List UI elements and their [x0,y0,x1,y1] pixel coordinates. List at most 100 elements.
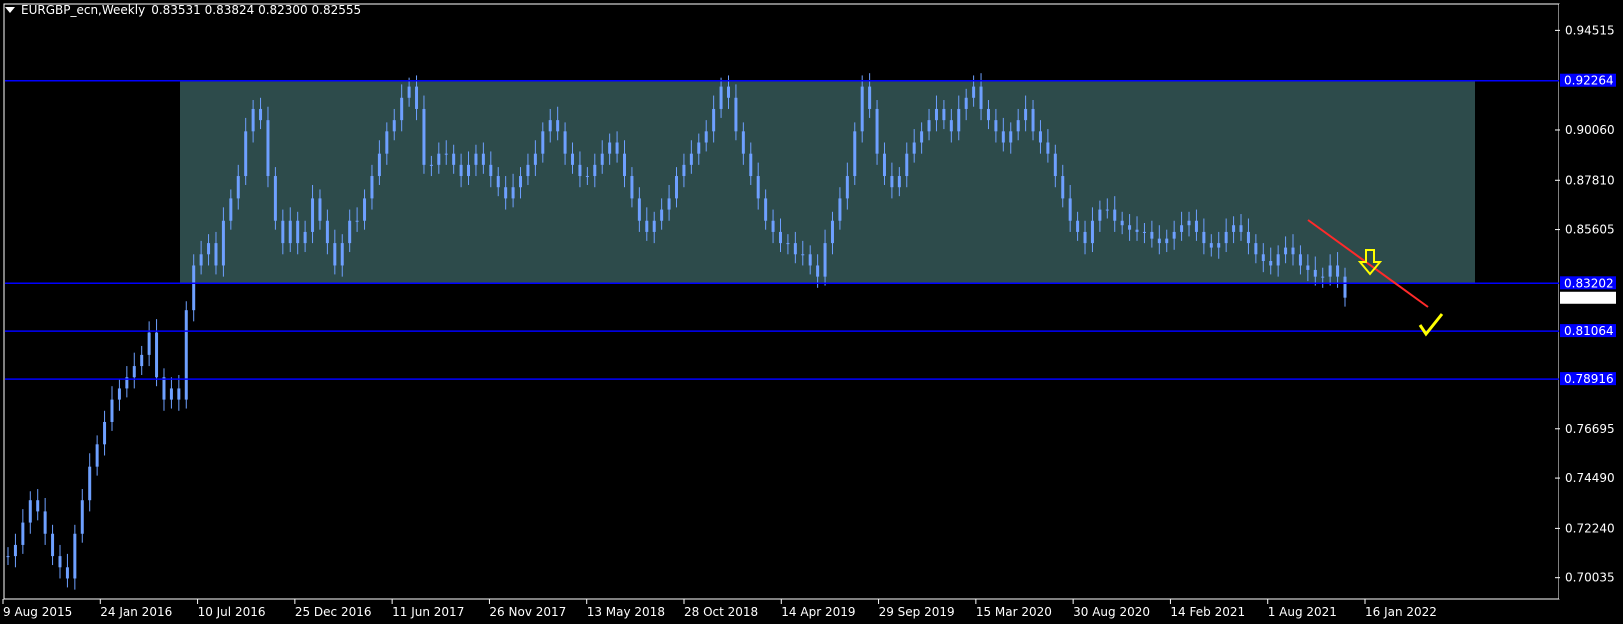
candle-body [1157,238,1161,244]
candle-body [927,120,931,132]
candle-body [749,153,753,177]
candle-body [1224,231,1228,244]
candle-body [1009,131,1013,143]
candle-body [65,567,69,579]
candle-body [830,220,834,244]
candle-body [73,533,77,579]
date-tick-label: 30 Aug 2020 [1073,605,1150,619]
candle-body [1061,176,1065,199]
date-tick-label: 24 Jan 2016 [100,605,172,619]
candle-body [1165,238,1169,244]
candle-body [229,198,233,221]
candle-body [58,556,62,568]
candle-body [942,108,946,121]
candle-body [504,187,508,199]
candle-body [979,86,983,109]
candle-body [1254,243,1258,255]
candle-body [741,131,745,154]
candle-body [1172,231,1176,239]
candle-body [481,153,485,165]
candle-body [51,533,55,557]
candle-body [363,198,367,221]
candle-body [637,198,641,221]
candle-body [1135,229,1139,232]
candle-body [333,243,337,266]
candle-body [177,388,181,400]
date-tick-label: 14 Feb 2021 [1170,605,1245,619]
candle-body [422,108,426,165]
candle-body [778,231,782,244]
candle-body [571,153,575,165]
candle-body [882,153,886,177]
candle-body [949,120,953,132]
candle-body [1269,260,1273,266]
candle-body [675,176,678,199]
candle-body [407,86,411,98]
candle-body [801,254,805,256]
candle-body [1217,243,1221,248]
candle-body [467,164,471,177]
candle-body [244,131,248,177]
candle-body [905,153,909,177]
candle-body [652,220,656,232]
candle-body [533,153,537,165]
candle-body [1194,220,1198,232]
candle-body [318,198,322,221]
candle-body [1076,220,1080,232]
candle-body [593,164,597,177]
candle-body [444,153,448,155]
candle-body [793,243,797,255]
candle-body [1098,209,1102,221]
candle-body [667,198,671,210]
candle-body [43,511,47,534]
date-tick-label: 29 Sep 2019 [879,605,955,619]
candle-body [429,164,433,166]
candle-body [21,522,25,545]
candle-body [1016,120,1020,132]
date-tick-label: 9 Aug 2015 [3,605,72,619]
price-tick-label: 0.72240 [1565,521,1615,535]
date-tick-label: 11 Jun 2017 [392,605,464,619]
candle-body [964,97,968,109]
candle-body [1128,225,1132,230]
candle-body [147,332,151,355]
candle-body [1187,220,1191,226]
candle-body [734,97,738,132]
candle-body [1024,108,1028,121]
candle-body [474,153,478,165]
candle-body [726,86,730,98]
candle-body [1246,231,1250,244]
candle-body [660,209,664,221]
candle-body [1284,247,1288,255]
candle-body [704,131,708,143]
candle-body [1142,231,1146,233]
candle-body [489,164,493,177]
candle-body [1083,231,1087,244]
candle-body [615,142,619,154]
candle-body [1276,254,1280,266]
candle-body [36,500,40,512]
date-tick-label: 14 Apr 2019 [781,605,855,619]
candle-body [1180,225,1184,232]
candle-body [110,399,114,422]
candle-body [184,310,188,400]
candle-body [207,243,211,255]
candle-body [764,198,768,221]
date-tick-label: 16 Jan 2022 [1365,605,1437,619]
candle-body [88,466,92,501]
candle-body [526,164,530,177]
candle-body [868,86,872,109]
candle-body [1001,131,1005,143]
price-tick-label: 0.70035 [1565,571,1615,585]
level-price-label: 0.78916 [1564,372,1614,386]
candle-body [853,131,857,177]
candle-body [80,500,84,534]
candle-body [281,220,285,244]
candle-body [273,176,277,221]
current-price-label: 0.82555 [1564,291,1614,305]
date-tick-label: 1 Aug 2021 [1268,605,1337,619]
candle-body [214,243,218,266]
candle-body [719,86,723,109]
price-chart[interactable]: 0.92264 0.83202 0.81064 0.78916 0.94515 0.90… [0,0,1623,624]
candle-body [221,220,225,266]
